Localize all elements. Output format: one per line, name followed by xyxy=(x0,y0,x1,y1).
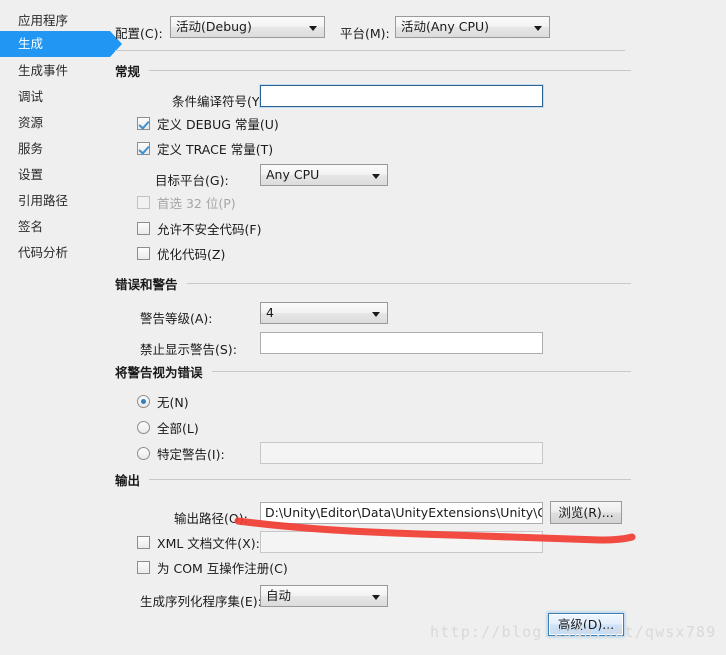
configuration-label: 配置(C): xyxy=(115,26,163,41)
radio-icon xyxy=(137,420,150,434)
configuration-value: 活动(Debug) xyxy=(176,19,252,34)
general-group-title: 常规 xyxy=(115,64,141,79)
browse-output-path-button[interactable]: 浏览(R)... xyxy=(550,501,622,524)
suppress-warnings-input[interactable] xyxy=(260,332,543,354)
warning-level-label: 警告等级(A): xyxy=(140,311,213,326)
define-trace-label: 定义 TRACE 常量(T) xyxy=(157,141,274,157)
sidebar-item-label: 代码分析 xyxy=(18,245,69,260)
platform-combobox[interactable]: 活动(Any CPU) xyxy=(395,16,550,38)
radio-icon xyxy=(137,394,150,408)
group-rule xyxy=(211,371,631,372)
header-separator xyxy=(115,50,625,51)
warnings-as-errors-group-title: 将警告视为错误 xyxy=(115,365,203,380)
xml-documentation-checkbox[interactable]: XML 文档文件(X): xyxy=(137,533,260,551)
warnings-specific-label: 特定警告(I): xyxy=(157,446,225,462)
define-debug-checkbox[interactable]: 定义 DEBUG 常量(U) xyxy=(137,114,279,132)
target-platform-label: 目标平台(G): xyxy=(155,173,229,188)
checkbox-icon xyxy=(137,246,150,260)
sidebar-item-build[interactable]: 生成 xyxy=(0,31,122,57)
checkbox-icon xyxy=(137,116,150,130)
prefer-32bit-checkbox: 首选 32 位(P) xyxy=(137,193,236,211)
sidebar-item-label: 引用路径 xyxy=(18,193,69,208)
com-interop-label: 为 COM 互操作注册(C) xyxy=(157,560,288,576)
warning-level-value: 4 xyxy=(266,305,274,320)
define-debug-label: 定义 DEBUG 常量(U) xyxy=(157,116,279,132)
chevron-down-icon xyxy=(372,595,380,600)
configuration-combobox[interactable]: 活动(Debug) xyxy=(170,16,325,38)
serialization-assembly-value: 自动 xyxy=(266,588,292,603)
sidebar-item-resources[interactable]: 资源 xyxy=(0,110,110,136)
xml-documentation-input[interactable] xyxy=(260,531,543,553)
chevron-down-icon xyxy=(534,26,542,31)
output-path-label: 输出路径(O): xyxy=(174,511,248,526)
sidebar-item-signing[interactable]: 签名 xyxy=(0,214,110,240)
warnings-specific-radio[interactable]: 特定警告(I): xyxy=(137,444,225,462)
specific-warnings-input[interactable] xyxy=(260,442,543,464)
group-rule xyxy=(149,70,631,71)
com-interop-checkbox[interactable]: 为 COM 互操作注册(C) xyxy=(137,558,288,576)
sidebar-item-code-analysis[interactable]: 代码分析 xyxy=(0,240,110,266)
prefer-32bit-label: 首选 32 位(P) xyxy=(157,195,236,211)
define-trace-checkbox[interactable]: 定义 TRACE 常量(T) xyxy=(137,139,273,157)
chevron-down-icon xyxy=(309,26,317,31)
sidebar-item-label: 资源 xyxy=(18,115,44,130)
output-path-input[interactable]: D:\Unity\Editor\Data\UnityExtensions\Uni… xyxy=(260,502,543,524)
conditional-symbols-label: 条件编译符号(Y): xyxy=(172,94,269,109)
warnings-none-label: 无(N) xyxy=(157,394,189,410)
output-group-header: 输出 xyxy=(115,470,631,489)
sidebar-item-label: 生成 xyxy=(18,36,44,51)
build-settings-panel: 配置(C): 活动(Debug) 平台(M): 活动(Any CPU) 常规 条… xyxy=(110,0,726,655)
errors-group-header: 错误和警告 xyxy=(115,274,631,293)
chevron-down-icon xyxy=(372,312,380,317)
group-rule xyxy=(149,479,631,480)
checkbox-icon xyxy=(137,560,150,574)
checkbox-icon xyxy=(137,221,150,235)
watermark-text: http://blog.csdn.net/qwsx789 xyxy=(430,623,717,641)
serialization-assembly-label: 生成序列化程序集(E): xyxy=(140,594,262,609)
suppress-warnings-label: 禁止显示警告(S): xyxy=(140,342,237,357)
serialization-assembly-combobox[interactable]: 自动 xyxy=(260,585,388,607)
radio-icon xyxy=(137,446,150,460)
warnings-all-radio[interactable]: 全部(L) xyxy=(137,418,199,436)
warnings-all-label: 全部(L) xyxy=(157,420,199,436)
sidebar-item-label: 应用程序 xyxy=(18,13,69,28)
checkbox-icon xyxy=(137,535,150,549)
sidebar-item-label: 设置 xyxy=(18,167,44,182)
optimize-code-label: 优化代码(Z) xyxy=(157,246,226,262)
output-group-title: 输出 xyxy=(115,473,141,488)
warnings-as-errors-group-header: 将警告视为错误 xyxy=(115,362,631,381)
general-group-header: 常规 xyxy=(115,61,631,80)
checkbox-icon xyxy=(137,141,150,155)
allow-unsafe-code-label: 允许不安全代码(F) xyxy=(157,221,262,237)
platform-label: 平台(M): xyxy=(340,26,390,41)
sidebar-item-debug[interactable]: 调试 xyxy=(0,84,110,110)
warnings-none-radio[interactable]: 无(N) xyxy=(137,392,189,410)
optimize-code-checkbox[interactable]: 优化代码(Z) xyxy=(137,244,225,262)
sidebar-item-services[interactable]: 服务 xyxy=(0,136,110,162)
errors-group-title: 错误和警告 xyxy=(115,277,178,292)
project-properties-page: 应用程序 生成 生成事件 调试 资源 服务 设置 引用路径 签名 代码分析 配置… xyxy=(0,0,726,655)
sidebar-item-label: 服务 xyxy=(18,141,44,156)
platform-value: 活动(Any CPU) xyxy=(401,19,490,34)
sidebar-item-reference-paths[interactable]: 引用路径 xyxy=(0,188,110,214)
allow-unsafe-code-checkbox[interactable]: 允许不安全代码(F) xyxy=(137,219,261,237)
target-platform-value: Any CPU xyxy=(266,167,320,182)
sidebar: 应用程序 生成 生成事件 调试 资源 服务 设置 引用路径 签名 代码分析 xyxy=(0,0,122,655)
chevron-down-icon xyxy=(372,174,380,179)
warning-level-combobox[interactable]: 4 xyxy=(260,302,388,324)
browse-button-label: 浏览(R)... xyxy=(558,505,614,520)
sidebar-item-settings[interactable]: 设置 xyxy=(0,162,110,188)
sidebar-item-label: 签名 xyxy=(18,219,44,234)
target-platform-combobox[interactable]: Any CPU xyxy=(260,164,388,186)
sidebar-item-build-events[interactable]: 生成事件 xyxy=(0,58,110,84)
group-rule xyxy=(186,283,631,284)
checkbox-icon xyxy=(137,195,150,209)
sidebar-item-label: 调试 xyxy=(18,89,44,104)
output-path-value: D:\Unity\Editor\Data\UnityExtensions\Uni… xyxy=(265,505,542,520)
conditional-symbols-input[interactable] xyxy=(260,85,543,107)
xml-documentation-label: XML 文档文件(X): xyxy=(157,535,260,551)
sidebar-item-label: 生成事件 xyxy=(18,63,69,78)
